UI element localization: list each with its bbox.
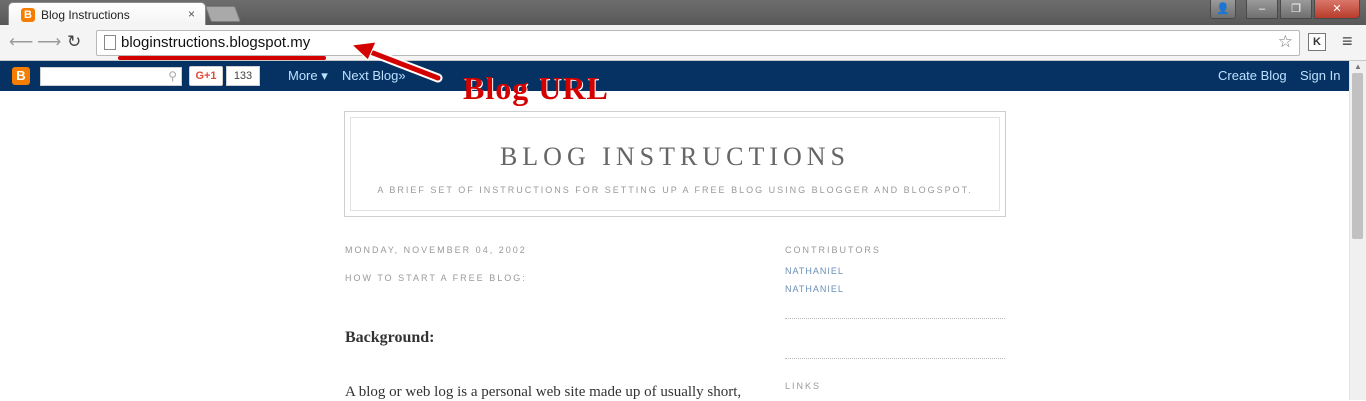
google-plus-count: 133 bbox=[226, 66, 260, 86]
browser-titlebar: B Blog Instructions × 👤 ‒ ❐ ✕ bbox=[0, 0, 1366, 26]
blog-header-inner: BLOG INSTRUCTIONS A BRIEF SET OF INSTRUC… bbox=[350, 117, 1000, 211]
address-bar[interactable]: bloginstructions.blogspot.my ☆ bbox=[96, 30, 1300, 56]
restore-button[interactable]: ❐ bbox=[1280, 0, 1312, 19]
sidebar-divider bbox=[785, 358, 1005, 359]
post-body-text: A blog or web log is a personal web site… bbox=[345, 384, 742, 400]
contributors-heading: CONTRIBUTORS bbox=[785, 245, 881, 255]
blog-description: A BRIEF SET OF INSTRUCTIONS FOR SETTING … bbox=[377, 185, 973, 195]
blog-url-annotation-label: Blog URL bbox=[463, 70, 609, 106]
blog-title[interactable]: BLOG INSTRUCTIONS bbox=[351, 142, 999, 172]
blogger-logo-icon[interactable]: B bbox=[12, 67, 30, 85]
extension-k-icon[interactable]: K bbox=[1308, 33, 1326, 51]
chrome-menu-icon[interactable]: ≡ bbox=[1342, 31, 1353, 52]
contributor-link[interactable]: NATHANIEL bbox=[785, 266, 844, 276]
browser-tab[interactable]: B Blog Instructions × bbox=[8, 2, 206, 26]
scroll-up-arrow-icon[interactable]: ▲ bbox=[1354, 62, 1362, 71]
post-title: HOW TO START A FREE BLOG: bbox=[345, 273, 527, 283]
tab-title: Blog Instructions bbox=[41, 8, 130, 22]
blogger-favicon-icon: B bbox=[21, 8, 35, 22]
google-plus-button[interactable]: G+1 bbox=[189, 66, 223, 86]
new-tab-button[interactable] bbox=[205, 6, 241, 22]
links-heading: LINKS bbox=[785, 381, 822, 391]
navbar-search-input[interactable]: ⚲ bbox=[40, 67, 182, 86]
forward-arrow-icon[interactable]: ⟶ bbox=[37, 32, 61, 52]
post-date: MONDAY, NOVEMBER 04, 2002 bbox=[345, 245, 527, 255]
url-text[interactable]: bloginstructions.blogspot.my bbox=[121, 34, 310, 51]
post-heading: Background: bbox=[345, 329, 435, 346]
scrollbar-thumb[interactable] bbox=[1352, 73, 1363, 239]
back-arrow-icon[interactable]: ⟵ bbox=[9, 32, 33, 52]
create-blog-link[interactable]: Create Blog bbox=[1218, 68, 1287, 83]
bookmark-star-icon[interactable]: ☆ bbox=[1278, 32, 1293, 52]
blog-header: BLOG INSTRUCTIONS A BRIEF SET OF INSTRUC… bbox=[344, 111, 1006, 217]
page-icon bbox=[104, 35, 116, 50]
more-menu-link[interactable]: More ▾ bbox=[288, 68, 328, 84]
tab-close-icon[interactable]: × bbox=[188, 7, 195, 21]
sign-in-link[interactable]: Sign In bbox=[1300, 68, 1340, 83]
annotation-arrow-icon bbox=[350, 41, 443, 83]
reload-icon[interactable]: ↻ bbox=[67, 32, 81, 52]
user-profile-icon[interactable]: 👤 bbox=[1210, 0, 1236, 19]
contributor-link[interactable]: NATHANIEL bbox=[785, 284, 844, 294]
minimize-button[interactable]: ‒ bbox=[1246, 0, 1278, 19]
sidebar-divider bbox=[785, 318, 1005, 319]
search-icon[interactable]: ⚲ bbox=[168, 69, 177, 83]
blogger-navbar: B ⚲ G+1 133 More ▾ Next Blog» Create Blo… bbox=[0, 61, 1350, 91]
close-window-button[interactable]: ✕ bbox=[1314, 0, 1360, 19]
page-scrollbar[interactable]: ▲ bbox=[1349, 61, 1366, 400]
url-underline-annotation bbox=[118, 56, 326, 60]
window-controls: 👤 ‒ ❐ ✕ bbox=[1210, 0, 1360, 20]
